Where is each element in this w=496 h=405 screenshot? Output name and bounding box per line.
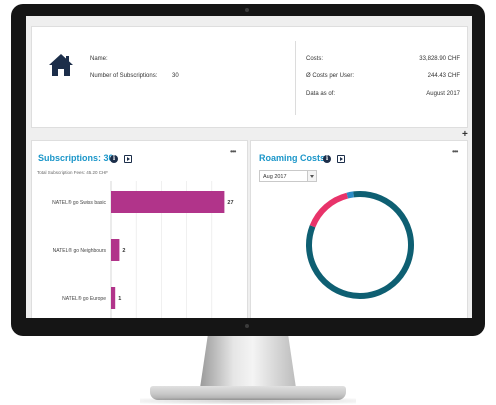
home-icon: [49, 54, 73, 76]
data-as-of-value: August 2017: [426, 91, 460, 97]
avg-costs-label: Ø Costs per User:: [306, 73, 355, 79]
dashboard-screen: Name: Number of Subscriptions: 30 Costs:…: [26, 16, 472, 318]
bar-value-label: 2: [122, 248, 125, 254]
monitor-stand-neck: [200, 336, 296, 388]
add-widget-button[interactable]: +: [462, 130, 468, 140]
roaming-costs-panel: Roaming Costs i ••• Aug 2017: [250, 140, 468, 318]
more-icon[interactable]: •••: [230, 147, 236, 156]
avg-costs-value: 244.43 CHF: [427, 73, 460, 79]
costs-value: 33,828.90 CHF: [419, 56, 460, 62]
account-summary-card: Name: Number of Subscriptions: 30 Costs:…: [31, 26, 468, 128]
webcam: [245, 8, 249, 12]
bar-value-label: 27: [227, 200, 233, 206]
subscriptions-count-label: Number of Subscriptions:: [90, 73, 158, 79]
costs-label: Costs:: [306, 56, 324, 62]
bar-value-label: 1: [118, 296, 121, 302]
name-label: Name:: [90, 56, 108, 62]
subscriptions-bar-chart: NATEL® go Swiss basic 27 NATEL® go Neighbo…: [52, 181, 234, 318]
month-select[interactable]: Aug 2017: [259, 170, 317, 182]
donut-slice[interactable]: [346, 191, 355, 199]
power-indicator: [245, 324, 249, 328]
bar-category-label: NATEL® go Europe: [62, 295, 106, 302]
subscriptions-count-value: 30: [172, 73, 179, 79]
roaming-costs-donut-chart: [306, 191, 414, 299]
export-icon[interactable]: [124, 155, 132, 163]
subscription-fees-caption: Total Subscription Fees: 45.20 CHF: [37, 170, 109, 175]
data-as-of-label: Data as of:: [306, 91, 336, 97]
export-icon[interactable]: [337, 155, 345, 163]
subscriptions-panel: Subscriptions: 30 i ••• Total Subscripti…: [31, 140, 248, 318]
roaming-costs-title: Roaming Costs: [259, 153, 326, 163]
chevron-down-icon[interactable]: [307, 171, 316, 181]
month-select-value: Aug 2017: [263, 174, 287, 180]
bar-category-label: NATEL® go Neighbours: [53, 247, 107, 254]
info-icon[interactable]: i: [110, 155, 118, 163]
subscription-bar[interactable]: [111, 287, 116, 309]
stand-shadow: [140, 398, 356, 404]
info-icon[interactable]: i: [323, 155, 331, 163]
subscriptions-title: Subscriptions: 30: [38, 153, 114, 163]
more-icon[interactable]: •••: [452, 147, 458, 156]
subscription-bar[interactable]: [111, 239, 120, 261]
bar-category-label: NATEL® go Swiss basic: [52, 199, 106, 206]
donut-slice[interactable]: [309, 192, 349, 228]
summary-divider: [295, 41, 296, 115]
subscription-bar[interactable]: [111, 191, 225, 213]
